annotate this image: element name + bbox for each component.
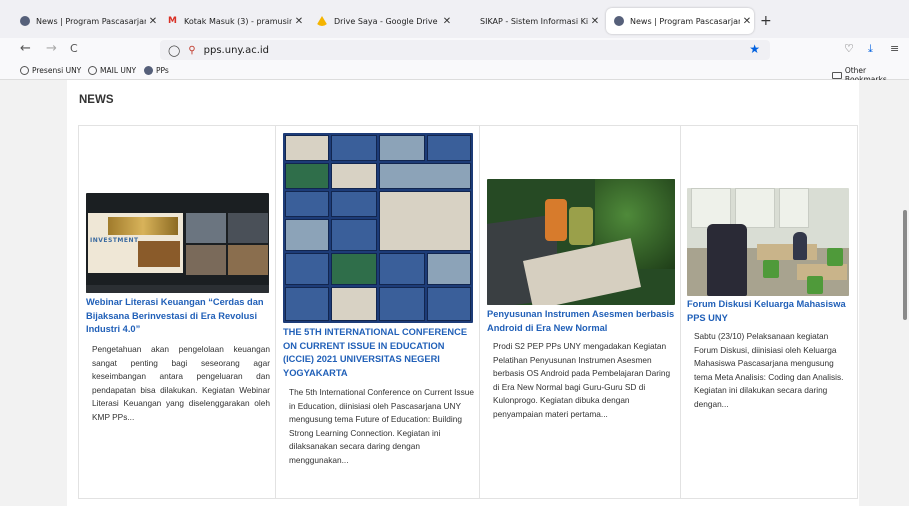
news-excerpt: Pengetahuan akan pengelolaan keuangan sa… (92, 344, 270, 422)
tab-strip: News | Program Pascasarjana ✕ M Kotak Ma… (0, 0, 909, 38)
shield-icon[interactable]: ◯ (168, 44, 180, 57)
tab-news-pps-active[interactable]: News | Program Pascasarjana ✕ (606, 8, 754, 34)
bookmark-presensi-uny[interactable]: Presensi UNY (20, 66, 81, 75)
pps-icon (144, 66, 153, 75)
tab-sikap[interactable]: SIKAP - Sistem Informasi Kinerja Pe ✕ (456, 8, 602, 34)
news-card-2: THE 5TH INTERNATIONAL CONFERENCE ON CURR… (276, 126, 480, 498)
tab-label: Kotak Masuk (3) - pramusintap (184, 16, 292, 26)
globe-icon (88, 66, 97, 75)
lock-icon[interactable]: ⚲ (188, 45, 195, 56)
tab-label: News | Program Pascasarjana (630, 16, 740, 26)
download-icon[interactable]: ⤓ (868, 42, 873, 56)
new-tab-button[interactable]: + (760, 13, 772, 29)
bookmark-label: Presensi UNY (32, 66, 82, 75)
news-card-1: INVESTMENT Webinar Literasi Keuangan “Ce… (79, 126, 276, 498)
news-excerpt: The 5th International Conference on Curr… (289, 387, 474, 465)
news-image-1[interactable]: INVESTMENT (86, 193, 269, 293)
url-text[interactable]: pps.uny.ac.id (204, 45, 269, 56)
pocket-icon[interactable]: ♡ (844, 42, 854, 55)
tab-close-icon[interactable]: ✕ (146, 16, 160, 27)
bookmark-mail-uny[interactable]: MAIL UNY (88, 66, 136, 75)
slide-text: INVESTMENT (90, 237, 139, 244)
news-title-link[interactable]: Forum Diskusi Keluarga Mahasiswa PPS UNY (687, 298, 853, 325)
news-image-4[interactable] (687, 188, 849, 296)
tab-label: News | Program Pascasarjana (36, 16, 146, 26)
news-excerpt: Sabtu (23/10) Pelaksanaan kegiatan Forum… (694, 331, 844, 409)
url-bar[interactable]: ◯ ⚲ pps.uny.ac.id ★ (160, 40, 770, 60)
star-icon[interactable]: ★ (749, 42, 760, 56)
gmail-favicon-icon: M (168, 16, 177, 26)
tab-google-drive[interactable]: Drive Saya - Google Drive ✕ (308, 8, 454, 34)
tab-label: Drive Saya - Google Drive (334, 16, 438, 26)
pps-favicon-icon (20, 16, 30, 26)
bookmarks-bar: Presensi UNY MAIL UNY PPs Other Bookmark… (0, 62, 909, 84)
forward-icon[interactable]: → (46, 41, 57, 56)
bookmark-label: MAIL UNY (100, 66, 137, 75)
news-grid: INVESTMENT Webinar Literasi Keuangan “Ce… (78, 125, 858, 499)
drive-favicon-icon (316, 16, 328, 26)
page-viewport: NEWS INVESTMENT Webinar Literasi Keuanga… (0, 80, 909, 506)
news-title-link[interactable]: THE 5TH INTERNATIONAL CONFERENCE ON CURR… (283, 326, 475, 380)
slide-thumbnail: INVESTMENT (88, 213, 183, 273)
news-title-link[interactable]: Webinar Literasi Keuangan “Cerdas dan Bi… (86, 296, 272, 337)
tab-close-icon[interactable]: ✕ (440, 16, 454, 27)
tab-close-icon[interactable]: ✕ (588, 16, 602, 27)
bookmark-pps[interactable]: PPs (144, 66, 169, 75)
folder-icon (832, 71, 842, 79)
news-image-2[interactable] (283, 133, 473, 323)
pps-favicon-icon (614, 16, 624, 26)
back-icon[interactable]: ← (20, 41, 31, 56)
page-scrollbar[interactable] (903, 210, 907, 320)
navigation-bar: ← → C ◯ ⚲ pps.uny.ac.id ★ ♡ ⤓ ≡ (0, 38, 909, 62)
news-card-3: Penyusunan Instrumen Asesmen berbasis An… (480, 126, 681, 498)
tab-gmail[interactable]: M Kotak Masuk (3) - pramusintap ✕ (160, 8, 306, 34)
news-excerpt: Prodi S2 PEP PPs UNY mengadakan Kegiatan… (493, 341, 671, 419)
news-heading: NEWS (79, 94, 114, 106)
news-section: NEWS INVESTMENT Webinar Literasi Keuanga… (67, 80, 859, 506)
tab-label: SIKAP - Sistem Informasi Kinerja Pe (480, 16, 588, 26)
globe-icon (20, 66, 29, 75)
tab-news-pps-1[interactable]: News | Program Pascasarjana ✕ (12, 8, 160, 34)
reload-icon[interactable]: C (70, 42, 78, 55)
tab-close-icon[interactable]: ✕ (740, 16, 754, 27)
menu-icon[interactable]: ≡ (890, 42, 899, 55)
news-title-link[interactable]: Penyusunan Instrumen Asesmen berbasis An… (487, 308, 677, 335)
tab-close-icon[interactable]: ✕ (292, 16, 306, 27)
bookmark-label: PPs (156, 66, 169, 75)
blank-favicon-icon (464, 16, 474, 26)
news-image-3[interactable] (487, 179, 675, 305)
news-card-4: Forum Diskusi Keluarga Mahasiswa PPS UNY… (681, 126, 857, 498)
